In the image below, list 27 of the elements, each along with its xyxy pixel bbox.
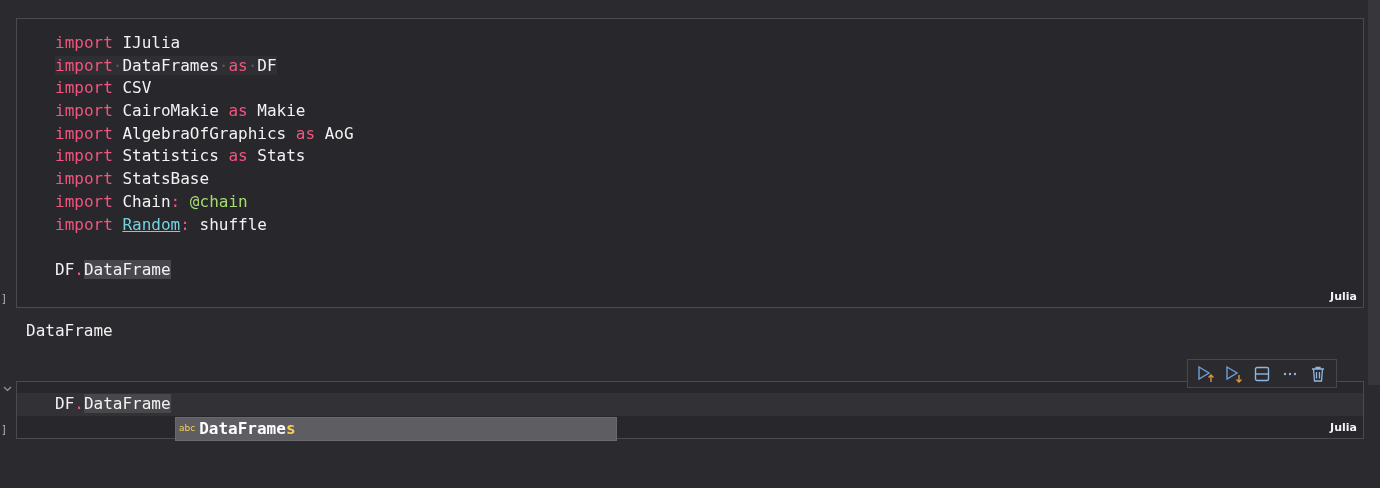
more-icon: [1283, 371, 1297, 376]
code-line: import Statistics as Stats: [54, 145, 307, 168]
code-line: import AlgebraOfGraphics as AoG: [54, 122, 355, 145]
delete-icon: [1311, 365, 1325, 382]
language-label[interactable]: Julia: [1330, 420, 1357, 434]
split-cell-icon: [1254, 365, 1270, 382]
run-above-button[interactable]: [1196, 363, 1216, 384]
code-line: import Random: shuffle: [54, 213, 268, 236]
run-below-button[interactable]: [1224, 363, 1244, 384]
code-cell[interactable]: DF.DataFrame abc DataFrames Julia: [16, 381, 1364, 440]
code-line: DF.DataFrame: [54, 258, 172, 281]
cell-output: DataFrame: [26, 320, 113, 343]
execution-marker: ]: [1, 292, 8, 307]
text-suggestion-icon: abc: [179, 422, 196, 436]
run-above-icon: [1197, 364, 1215, 383]
code-line: import StatsBase: [54, 168, 211, 191]
code-line: import IJulia: [54, 32, 182, 54]
language-label[interactable]: Julia: [1330, 289, 1357, 303]
suggestion-item[interactable]: abc DataFrames: [175, 417, 617, 442]
code-cell[interactable]: [16, 18, 1364, 309]
suggestion-text: DataFrames: [199, 418, 296, 441]
code-line: import CairoMakie as Makie: [54, 100, 307, 123]
code-line: import CSV: [54, 77, 153, 100]
run-below-icon: [1225, 364, 1243, 383]
collapse-chevron-icon[interactable]: [3, 386, 12, 393]
code-line: import Chain: @chain: [54, 190, 249, 213]
execution-marker: ]: [1, 423, 8, 438]
